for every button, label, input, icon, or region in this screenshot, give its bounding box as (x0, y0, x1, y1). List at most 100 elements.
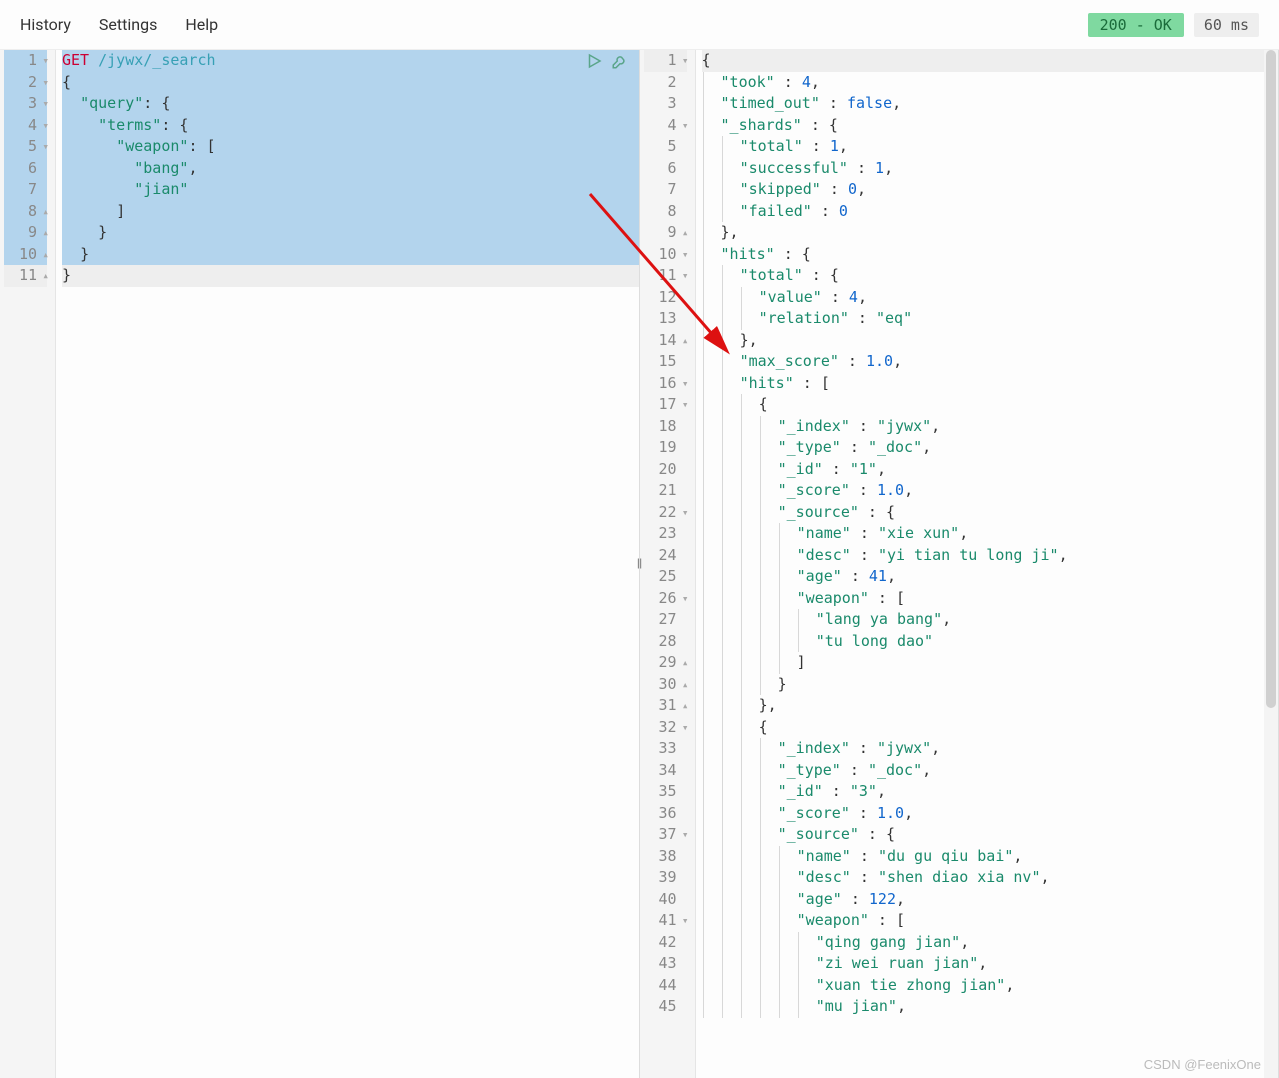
code-line[interactable]: "qing gang jian", (702, 932, 1279, 954)
code-line[interactable]: "_index" : "jywx", (702, 738, 1279, 760)
line-number[interactable]: 43 (644, 953, 687, 975)
scrollbar-thumb[interactable] (1266, 50, 1276, 708)
code-line[interactable]: { (702, 394, 1279, 416)
run-icon[interactable] (585, 52, 603, 74)
line-number[interactable]: 3▾ (4, 93, 47, 115)
code-line[interactable]: "xuan tie zhong jian", (702, 975, 1279, 997)
line-number[interactable]: 39 (644, 867, 687, 889)
code-line[interactable]: "name" : "du gu qiu bai", (702, 846, 1279, 868)
line-number[interactable]: 15 (644, 351, 687, 373)
line-number[interactable]: 11▾ (644, 265, 687, 287)
code-line[interactable]: GET /jywx/_search (62, 50, 639, 72)
code-line[interactable]: "zi wei ruan jian", (702, 953, 1279, 975)
line-number[interactable]: 12 (644, 287, 687, 309)
line-number[interactable]: 27 (644, 609, 687, 631)
line-number[interactable]: 9▴ (644, 222, 687, 244)
code-line[interactable]: "took" : 4, (702, 72, 1279, 94)
code-line[interactable]: ] (702, 652, 1279, 674)
menu-history[interactable]: History (20, 15, 71, 34)
line-number[interactable]: 40 (644, 889, 687, 911)
line-number[interactable]: 28 (644, 631, 687, 653)
code-line[interactable]: { (702, 50, 1279, 72)
code-line[interactable]: "total" : { (702, 265, 1279, 287)
code-line[interactable]: } (62, 222, 639, 244)
line-number[interactable]: 38 (644, 846, 687, 868)
code-line[interactable]: "terms": { (62, 115, 639, 137)
code-line[interactable]: "_source" : { (702, 502, 1279, 524)
line-number[interactable]: 35 (644, 781, 687, 803)
line-number[interactable]: 17▾ (644, 394, 687, 416)
code-line[interactable]: { (702, 717, 1279, 739)
menu-help[interactable]: Help (185, 15, 218, 34)
code-line[interactable]: { (62, 72, 639, 94)
line-number[interactable]: 34 (644, 760, 687, 782)
code-line[interactable]: "weapon" : [ (702, 910, 1279, 932)
code-line[interactable]: "total" : 1, (702, 136, 1279, 158)
line-number[interactable]: 6 (4, 158, 47, 180)
line-number[interactable]: 8 (644, 201, 687, 223)
menu-settings[interactable]: Settings (99, 15, 157, 34)
response-gutter[interactable]: 1▾234▾56789▴10▾11▾121314▴1516▾17▾1819202… (640, 50, 696, 1078)
code-line[interactable]: "_id" : "3", (702, 781, 1279, 803)
code-line[interactable]: "bang", (62, 158, 639, 180)
code-line[interactable]: "_score" : 1.0, (702, 480, 1279, 502)
response-scrollbar[interactable] (1264, 50, 1278, 1078)
line-number[interactable]: 1▾ (644, 50, 687, 72)
code-line[interactable]: "_source" : { (702, 824, 1279, 846)
code-line[interactable]: } (62, 265, 639, 287)
line-number[interactable]: 26▾ (644, 588, 687, 610)
code-line[interactable]: "weapon": [ (62, 136, 639, 158)
line-number[interactable]: 31▴ (644, 695, 687, 717)
code-line[interactable]: "jian" (62, 179, 639, 201)
line-number[interactable]: 9▴ (4, 222, 47, 244)
line-number[interactable]: 20 (644, 459, 687, 481)
wrench-icon[interactable] (611, 52, 629, 74)
code-line[interactable]: "hits" : { (702, 244, 1279, 266)
line-number[interactable]: 3 (644, 93, 687, 115)
code-line[interactable]: "mu jian", (702, 996, 1279, 1018)
line-number[interactable]: 45 (644, 996, 687, 1018)
line-number[interactable]: 2 (644, 72, 687, 94)
response-code[interactable]: { "took" : 4, "timed_out" : false, "_sha… (696, 50, 1279, 1078)
line-number[interactable]: 13 (644, 308, 687, 330)
code-line[interactable]: "_type" : "_doc", (702, 760, 1279, 782)
line-number[interactable]: 44 (644, 975, 687, 997)
code-line[interactable]: "weapon" : [ (702, 588, 1279, 610)
code-line[interactable]: "failed" : 0 (702, 201, 1279, 223)
code-line[interactable]: "_shards" : { (702, 115, 1279, 137)
line-number[interactable]: 21 (644, 480, 687, 502)
code-line[interactable]: "successful" : 1, (702, 158, 1279, 180)
line-number[interactable]: 23 (644, 523, 687, 545)
line-number[interactable]: 8▴ (4, 201, 47, 223)
line-number[interactable]: 4▾ (4, 115, 47, 137)
line-number[interactable]: 41▾ (644, 910, 687, 932)
line-number[interactable]: 29▴ (644, 652, 687, 674)
code-line[interactable]: "_id" : "1", (702, 459, 1279, 481)
code-line[interactable]: "hits" : [ (702, 373, 1279, 395)
code-line[interactable]: "relation" : "eq" (702, 308, 1279, 330)
code-line[interactable]: "_score" : 1.0, (702, 803, 1279, 825)
code-line[interactable]: "max_score" : 1.0, (702, 351, 1279, 373)
code-line[interactable]: "value" : 4, (702, 287, 1279, 309)
line-number[interactable]: 18 (644, 416, 687, 438)
line-number[interactable]: 10▴ (4, 244, 47, 266)
code-line[interactable]: }, (702, 330, 1279, 352)
request-gutter[interactable]: 1▾2▾3▾4▾5▾678▴9▴10▴11▴ (0, 50, 56, 1078)
code-line[interactable]: } (62, 244, 639, 266)
code-line[interactable]: "age" : 122, (702, 889, 1279, 911)
line-number[interactable]: 6 (644, 158, 687, 180)
line-number[interactable]: 30▴ (644, 674, 687, 696)
line-number[interactable]: 25 (644, 566, 687, 588)
line-number[interactable]: 11▴ (4, 265, 47, 287)
code-line[interactable]: } (702, 674, 1279, 696)
request-code[interactable]: GET /jywx/_search{ "query": { "terms": {… (56, 50, 639, 1078)
line-number[interactable]: 5▾ (4, 136, 47, 158)
code-line[interactable]: "skipped" : 0, (702, 179, 1279, 201)
line-number[interactable]: 37▾ (644, 824, 687, 846)
code-line[interactable]: ] (62, 201, 639, 223)
request-editor[interactable]: 1▾2▾3▾4▾5▾678▴9▴10▴11▴ GET /jywx/_search… (0, 50, 640, 1078)
line-number[interactable]: 4▾ (644, 115, 687, 137)
code-line[interactable]: "_index" : "jywx", (702, 416, 1279, 438)
code-line[interactable]: "timed_out" : false, (702, 93, 1279, 115)
code-line[interactable]: "name" : "xie xun", (702, 523, 1279, 545)
